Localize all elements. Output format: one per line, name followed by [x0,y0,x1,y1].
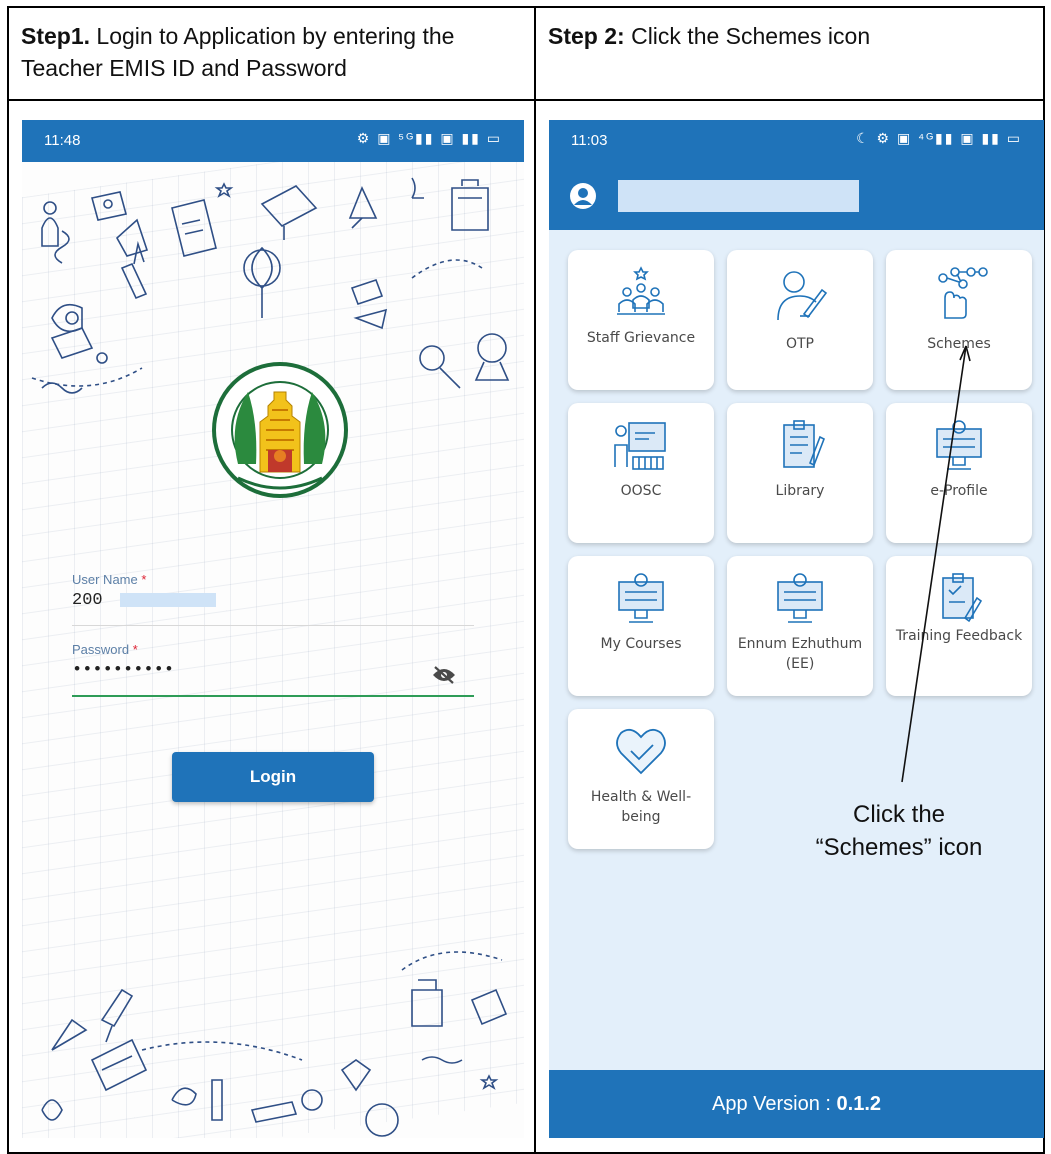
app-version-footer: App Version : 0.1.2 [549,1070,1044,1138]
redacted-user-name [618,180,859,212]
required-marker: * [132,642,138,657]
status-time: 11:48 [44,132,81,149]
tile-label: Ennum Ezhuthum (EE) [737,636,863,672]
row-divider [9,99,1043,101]
step-2-caption: Step 2: Click the Schemes icon [548,23,871,49]
tile-label: Training Feedback [895,628,1023,644]
tile-label: Schemes [927,336,991,352]
tile-training-feedback[interactable]: Training Feedback [886,556,1032,696]
annotation-line-2: “Schemes” icon [815,834,983,861]
annotation-callout: Click the “Schemes” icon [769,798,1029,864]
my-courses-icon [618,573,664,623]
status-icons: ☾ ⚙ ▣ ⁴ᴳ▮▮ ▣ ▮▮ ▭ [856,130,1022,146]
column-divider [534,8,536,1152]
login-button[interactable]: Login [172,752,374,802]
password-underline [72,695,474,697]
status-bar: 11:48 ⚙ ▣ ⁵ᴳ▮▮ ▣ ▮▮ ▭ [22,120,524,162]
tile-label: e-Profile [930,483,988,499]
password-label: Password [72,642,130,657]
health-wellbeing-icon [616,728,666,775]
status-icons: ⚙ ▣ ⁵ᴳ▮▮ ▣ ▮▮ ▭ [356,130,502,146]
tile-my-courses[interactable]: My Courses [568,556,714,696]
tile-label: My Courses [600,636,682,652]
step-1-caption: Step1. Login to Application by entering … [21,23,455,81]
tile-schemes[interactable]: Schemes [886,250,1032,390]
app-version-label: App Version : [711,1093,837,1115]
school-doodles-bottom [41,951,508,1137]
e-profile-icon [936,420,982,470]
otp-icon [777,271,828,321]
tile-library[interactable]: Library [727,403,873,543]
password-field[interactable]: Password * •••••••••• [72,642,474,697]
app-version-number: 0.1.2 [836,1093,881,1115]
login-screen: User Name * 200 Password * •••••••••• Lo… [22,120,524,1138]
tile-e-profile[interactable]: e-Profile [886,403,1032,543]
tile-label: Health & Well-being [590,789,692,825]
tile-label: Staff Grievance [586,330,696,346]
tile-label: Library [775,483,825,499]
home-screen: 11:03 ☾ ⚙ ▣ ⁴ᴳ▮▮ ▣ ▮▮ ▭ Staff Grievance … [549,120,1044,1138]
tile-staff-grievance[interactable]: Staff Grievance [568,250,714,390]
username-label: User Name [72,572,138,587]
tile-ennum-ezhuthum[interactable]: Ennum Ezhuthum (EE) [727,556,873,696]
app-header [549,162,1044,230]
tile-oosc[interactable]: OOSC [568,403,714,543]
tile-label: OTP [785,336,814,352]
oosc-icon [614,422,666,470]
schemes-icon [938,267,988,319]
ennum-ezhuthum-icon [777,573,823,623]
tile-otp[interactable]: OTP [727,250,873,390]
annotation-line-1: Click the [852,801,946,828]
username-field[interactable]: User Name * 200 [72,572,474,626]
status-bar: 11:03 ☾ ⚙ ▣ ⁴ᴳ▮▮ ▣ ▮▮ ▭ [549,120,1044,162]
username-underline [72,625,474,626]
eye-off-icon[interactable] [432,666,456,684]
training-feedback-icon [942,573,983,623]
tile-label: OOSC [620,483,662,499]
staff-grievance-icon [617,266,665,315]
user-avatar-icon[interactable] [569,182,597,210]
password-input[interactable]: •••••••••• [72,661,474,683]
tamil-nadu-emblem-icon [212,362,348,498]
required-marker: * [141,572,147,587]
redacted-username [120,593,216,607]
tile-health-wellbeing[interactable]: Health & Well-being [568,709,714,849]
library-icon [783,420,826,468]
status-time: 11:03 [571,132,608,149]
